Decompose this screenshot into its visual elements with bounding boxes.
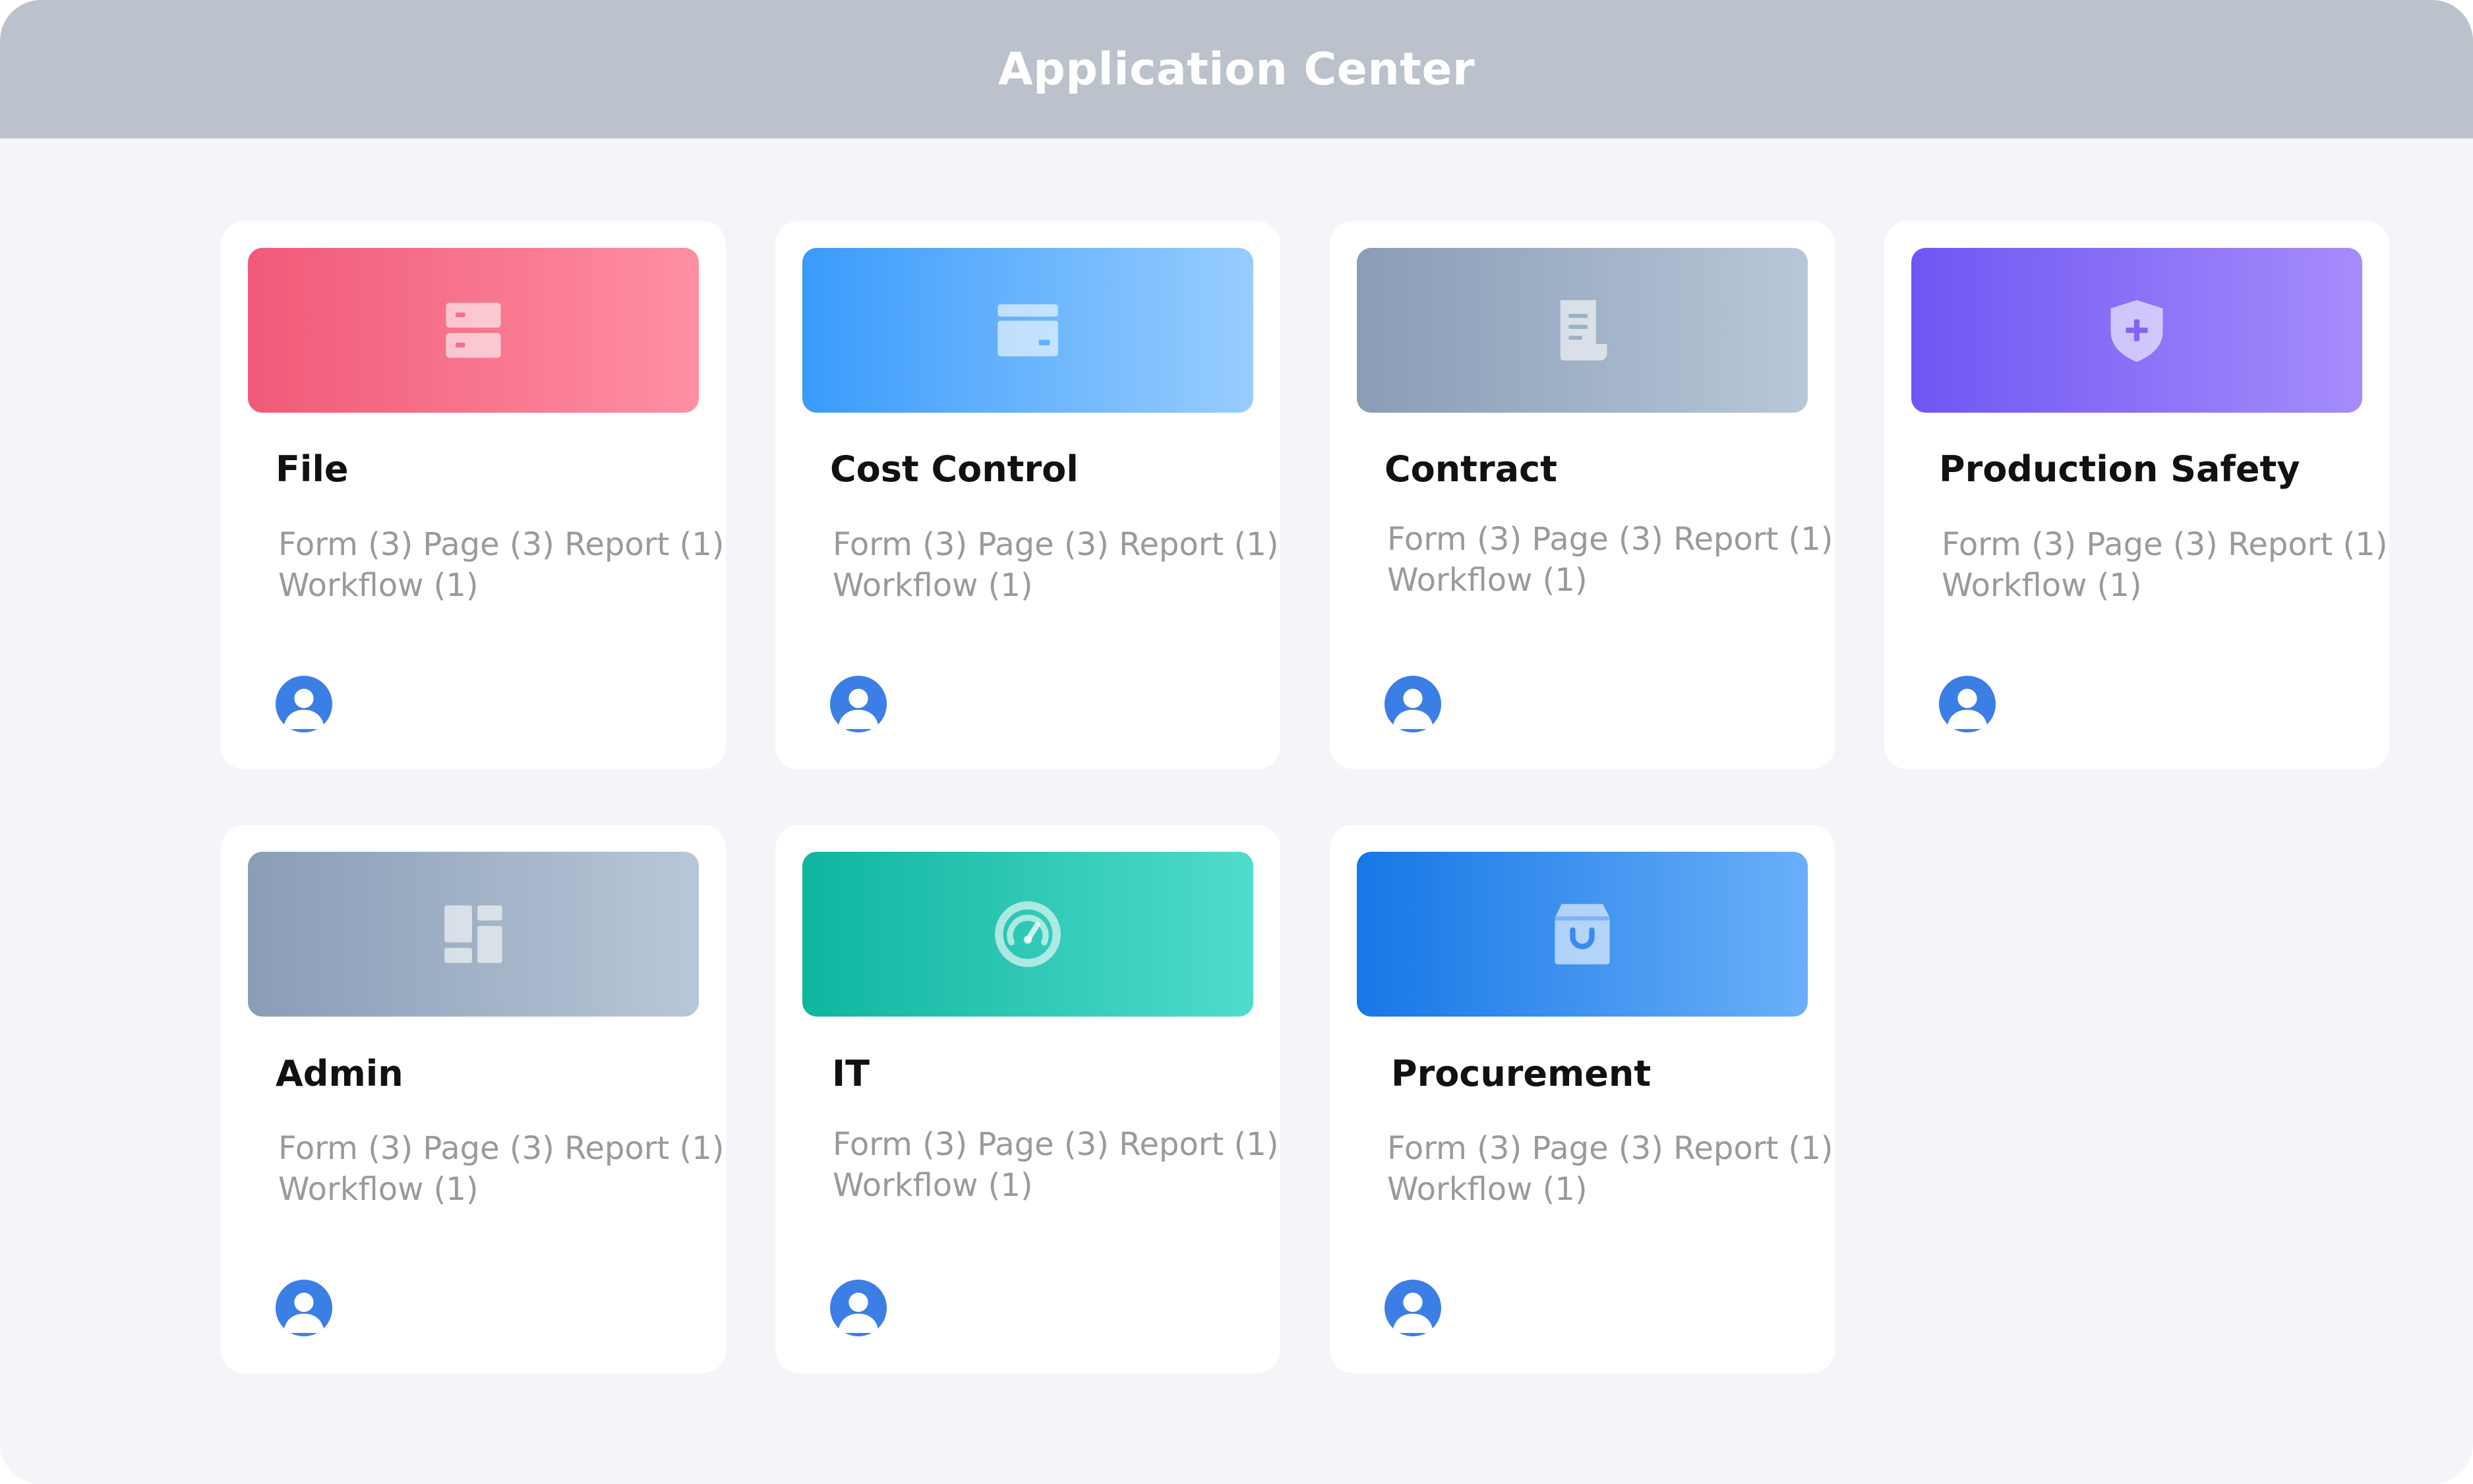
app-stats-line2: Workflow (1) <box>278 567 479 604</box>
app-card-production-safety[interactable]: Production Safety Form (3) Page (3) Repo… <box>1884 221 2389 769</box>
user-avatar-icon[interactable] <box>1385 676 1441 732</box>
app-title-it: IT <box>832 1053 870 1094</box>
app-banner-cost-control <box>802 248 1253 413</box>
app-card-admin[interactable]: Admin Form (3) Page (3) Report (1) Workf… <box>221 825 726 1373</box>
app-stats-procurement: Form (3) Page (3) Report (1) Workflow (1… <box>1387 1128 1833 1210</box>
app-stats-line2: Workflow (1) <box>278 1171 479 1208</box>
application-center-window: Application Center File Form (3) Page (3… <box>0 0 2473 1484</box>
app-stats-line2: Workflow (1) <box>1942 567 2142 604</box>
user-avatar-icon[interactable] <box>1385 1280 1441 1336</box>
app-title-contract: Contract <box>1385 448 1557 490</box>
shield-plus-icon <box>2102 296 2171 365</box>
app-stats-it: Form (3) Page (3) Report (1) Workflow (1… <box>833 1124 1279 1206</box>
app-card-cost-control[interactable]: Cost Control Form (3) Page (3) Report (1… <box>775 221 1280 769</box>
app-stats-line2: Workflow (1) <box>1387 562 1588 599</box>
dashboard-layout-icon <box>439 900 508 968</box>
app-banner-it <box>802 852 1253 1017</box>
app-stats-line1: Form (3) Page (3) Report (1) <box>833 1126 1279 1163</box>
user-avatar-icon[interactable] <box>830 676 887 732</box>
app-stats-production-safety: Form (3) Page (3) Report (1) Workflow (1… <box>1942 524 2388 606</box>
app-stats-file: Form (3) Page (3) Report (1) Workflow (1… <box>278 524 725 606</box>
app-title-file: File <box>276 448 349 490</box>
user-avatar-icon[interactable] <box>1939 676 1996 732</box>
app-stats-line1: Form (3) Page (3) Report (1) <box>1942 526 2388 563</box>
app-card-file[interactable]: File Form (3) Page (3) Report (1) Workfl… <box>221 221 726 769</box>
user-avatar-icon[interactable] <box>276 1280 332 1336</box>
storage-drawers-icon <box>439 296 508 365</box>
app-stats-line1: Form (3) Page (3) Report (1) <box>1387 1130 1833 1167</box>
app-stats-contract: Form (3) Page (3) Report (1) Workflow (1… <box>1387 519 1833 601</box>
app-title-production-safety: Production Safety <box>1939 448 2300 490</box>
app-card-contract[interactable]: Contract Form (3) Page (3) Report (1) Wo… <box>1330 221 1835 769</box>
credit-card-icon <box>994 296 1062 365</box>
title-bar: Application Center <box>0 0 2473 138</box>
window-title: Application Center <box>998 43 1475 96</box>
app-stats-line2: Workflow (1) <box>833 567 1033 604</box>
app-stats-line1: Form (3) Page (3) Report (1) <box>1387 521 1833 558</box>
user-avatar-icon[interactable] <box>276 676 332 732</box>
speedometer-icon <box>994 900 1062 968</box>
document-icon <box>1548 296 1617 365</box>
app-title-cost-control: Cost Control <box>830 448 1079 490</box>
app-banner-procurement <box>1357 852 1808 1017</box>
app-stats-line1: Form (3) Page (3) Report (1) <box>278 1130 725 1167</box>
user-avatar-icon[interactable] <box>830 1280 887 1336</box>
shopping-bag-icon <box>1548 900 1617 968</box>
app-stats-cost-control: Form (3) Page (3) Report (1) Workflow (1… <box>833 524 1279 606</box>
app-stats-line1: Form (3) Page (3) Report (1) <box>278 526 725 563</box>
app-stats-line2: Workflow (1) <box>833 1167 1033 1204</box>
app-title-procurement: Procurement <box>1391 1053 1652 1094</box>
app-banner-contract <box>1357 248 1808 413</box>
app-banner-admin <box>248 852 699 1017</box>
app-stats-line1: Form (3) Page (3) Report (1) <box>833 526 1279 563</box>
app-banner-file <box>248 248 699 413</box>
app-stats-admin: Form (3) Page (3) Report (1) Workflow (1… <box>278 1128 725 1210</box>
app-card-it[interactable]: IT Form (3) Page (3) Report (1) Workflow… <box>775 825 1280 1373</box>
app-banner-production-safety <box>1911 248 2362 413</box>
app-stats-line2: Workflow (1) <box>1387 1171 1588 1208</box>
app-card-procurement[interactable]: Procurement Form (3) Page (3) Report (1)… <box>1330 825 1835 1373</box>
app-title-admin: Admin <box>276 1053 403 1094</box>
